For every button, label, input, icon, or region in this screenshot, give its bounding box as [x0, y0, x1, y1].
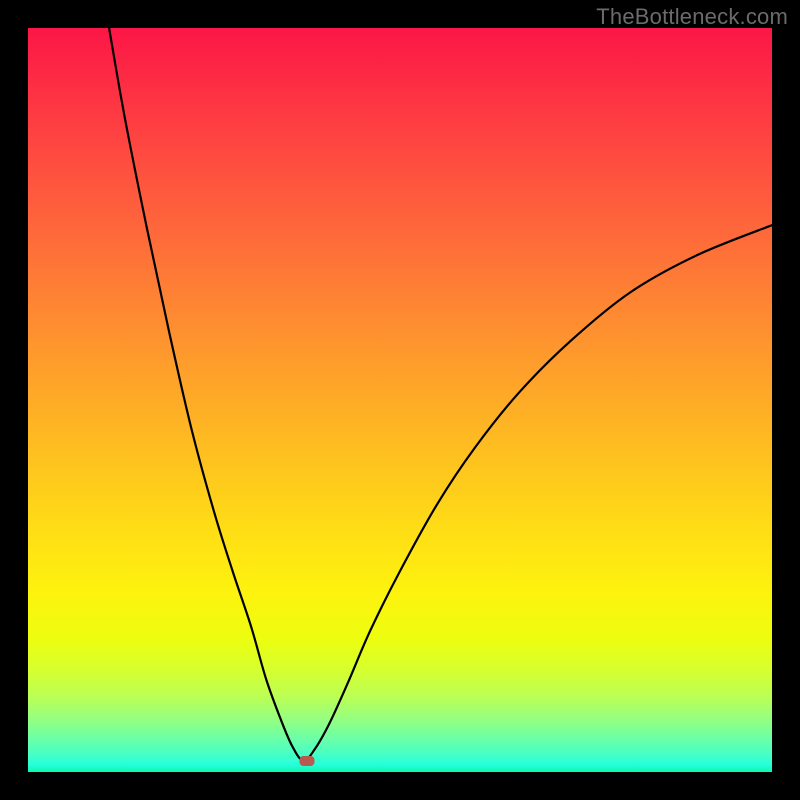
chart-frame: TheBottleneck.com: [0, 0, 800, 800]
optimal-point-marker: [300, 756, 315, 766]
plot-area: [28, 28, 772, 772]
bottleneck-curve: [28, 28, 772, 772]
watermark-text: TheBottleneck.com: [596, 4, 788, 30]
